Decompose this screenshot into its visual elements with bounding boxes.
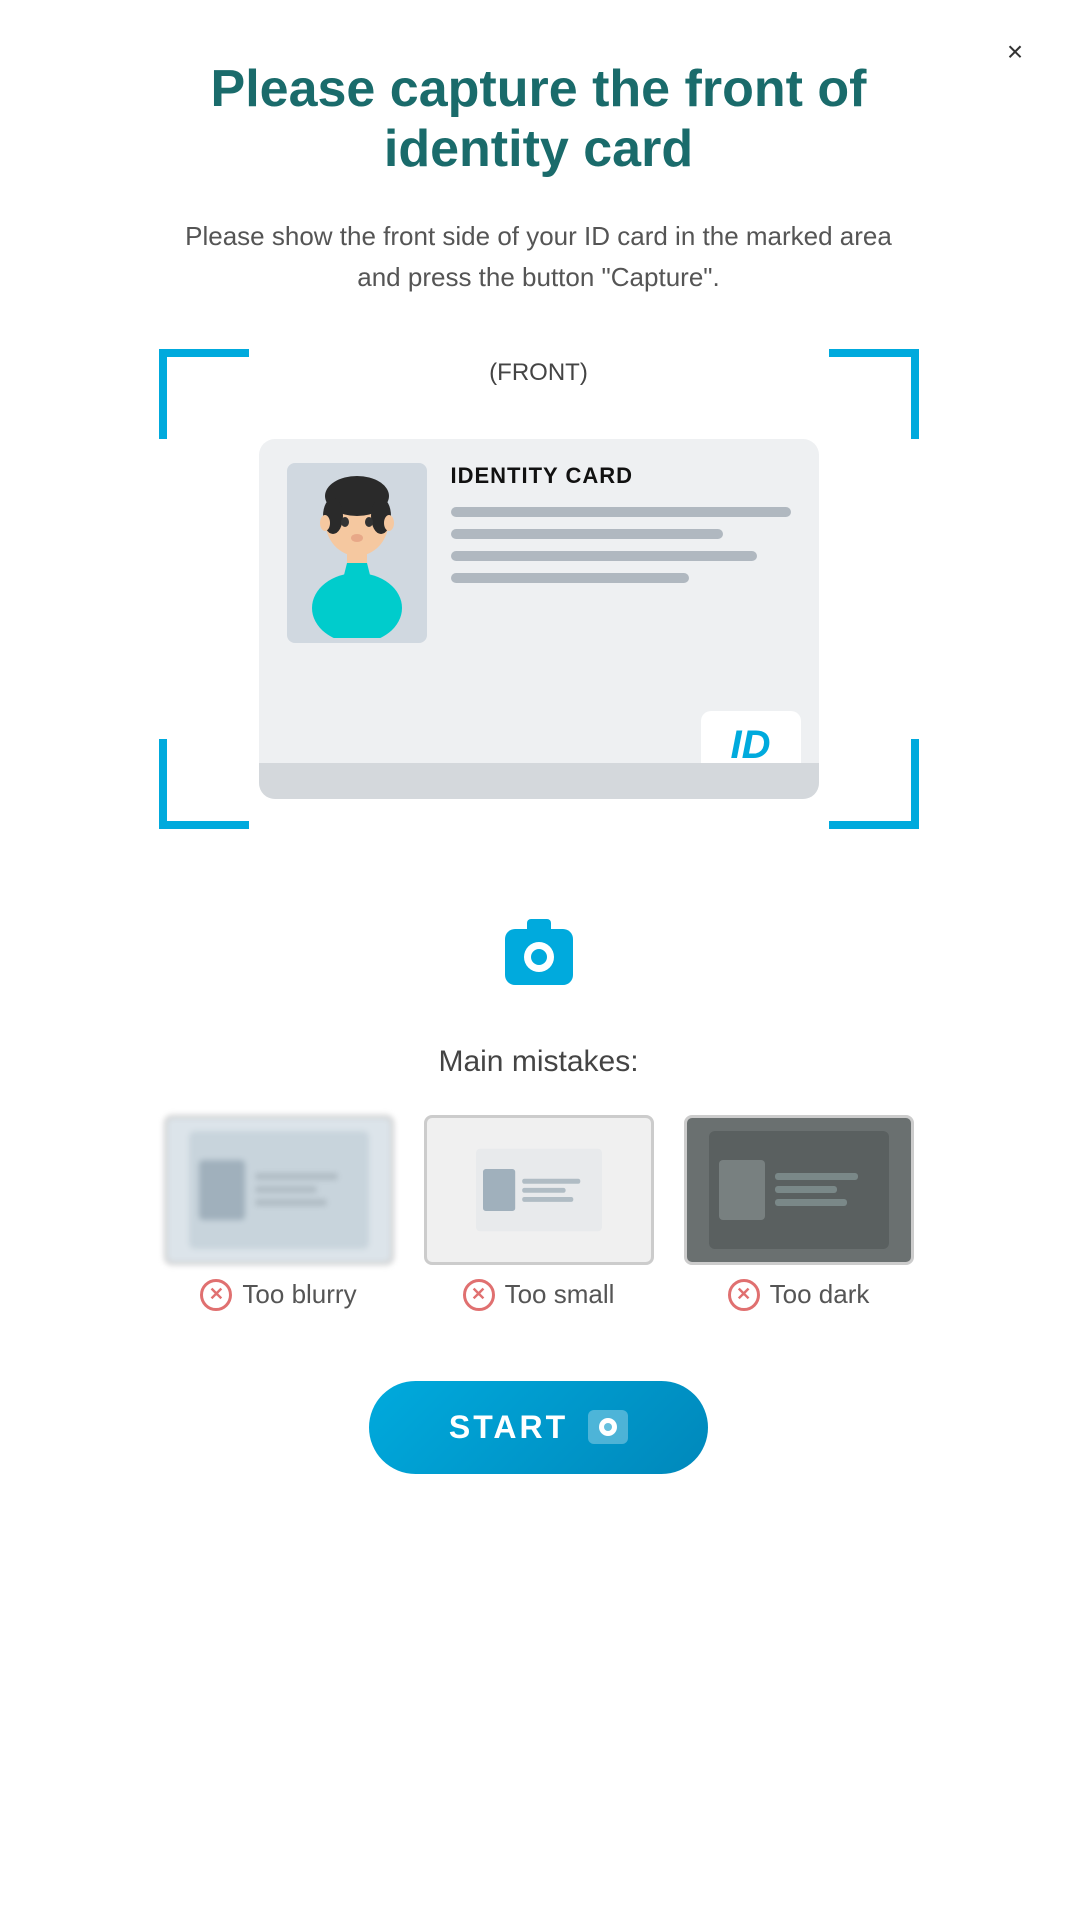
- mistake-img-dark: [684, 1115, 914, 1265]
- mini-photo-blurry: [199, 1160, 245, 1220]
- mistakes-section: Main mistakes: ✕ Too blurry: [109, 1045, 969, 1311]
- id-card-photo: [287, 463, 427, 643]
- mini-photo-small: [483, 1169, 515, 1211]
- mini-lines-blurry: [255, 1173, 359, 1206]
- page-title: Please capture the front of identity car…: [149, 60, 929, 180]
- start-button[interactable]: START: [369, 1381, 708, 1474]
- mistake-img-blurry: [164, 1115, 394, 1265]
- mistake-label-dark: ✕ Too dark: [728, 1279, 870, 1311]
- front-label: (FRONT): [489, 359, 588, 387]
- corner-bottom-left: [159, 739, 249, 829]
- error-icon-blurry: ✕: [200, 1279, 232, 1311]
- mini-lines-dark: [775, 1173, 879, 1206]
- mistakes-grid: ✕ Too blurry ✕ Too small: [109, 1115, 969, 1311]
- camera-lens: [524, 942, 554, 972]
- id-line-3: [451, 551, 757, 561]
- mistake-item-blurry: ✕ Too blurry: [164, 1115, 394, 1311]
- corner-bottom-right: [829, 739, 919, 829]
- start-camera-lens-inner: [604, 1423, 612, 1431]
- id-card-info: IDENTITY CARD: [451, 463, 791, 595]
- corner-top-left: [159, 349, 249, 439]
- start-button-label: START: [449, 1409, 568, 1446]
- mini-photo-dark: [719, 1160, 765, 1220]
- mistake-img-small: [424, 1115, 654, 1265]
- page-subtitle: Please show the front side of your ID ca…: [169, 216, 909, 299]
- mistake-item-dark: ✕ Too dark: [684, 1115, 914, 1311]
- scanner-area: (FRONT): [159, 349, 919, 909]
- mistake-item-small: ✕ Too small: [424, 1115, 654, 1311]
- mini-lines-small: [522, 1178, 595, 1201]
- close-button[interactable]: ×: [993, 30, 1037, 74]
- error-icon-dark: ✕: [728, 1279, 760, 1311]
- start-camera-icon: [588, 1410, 628, 1444]
- id-line-2: [451, 529, 723, 539]
- start-camera-lens: [599, 1418, 617, 1436]
- camera-icon-area: [505, 929, 573, 985]
- mistake-label-blurry: ✕ Too blurry: [200, 1279, 356, 1311]
- mistakes-title: Main mistakes:: [109, 1045, 969, 1079]
- camera-lens-inner: [531, 949, 547, 965]
- id-badge-text: ID: [731, 723, 771, 768]
- error-icon-small: ✕: [463, 1279, 495, 1311]
- id-line-1: [451, 507, 791, 517]
- corner-top-right: [829, 349, 919, 439]
- id-card-bottom-strip: [259, 763, 819, 799]
- id-card-title-label: IDENTITY CARD: [451, 463, 791, 489]
- camera-icon: [505, 929, 573, 985]
- id-card: IDENTITY CARD ID: [259, 439, 819, 799]
- mistake-label-small: ✕ Too small: [463, 1279, 615, 1311]
- id-line-4: [451, 573, 689, 583]
